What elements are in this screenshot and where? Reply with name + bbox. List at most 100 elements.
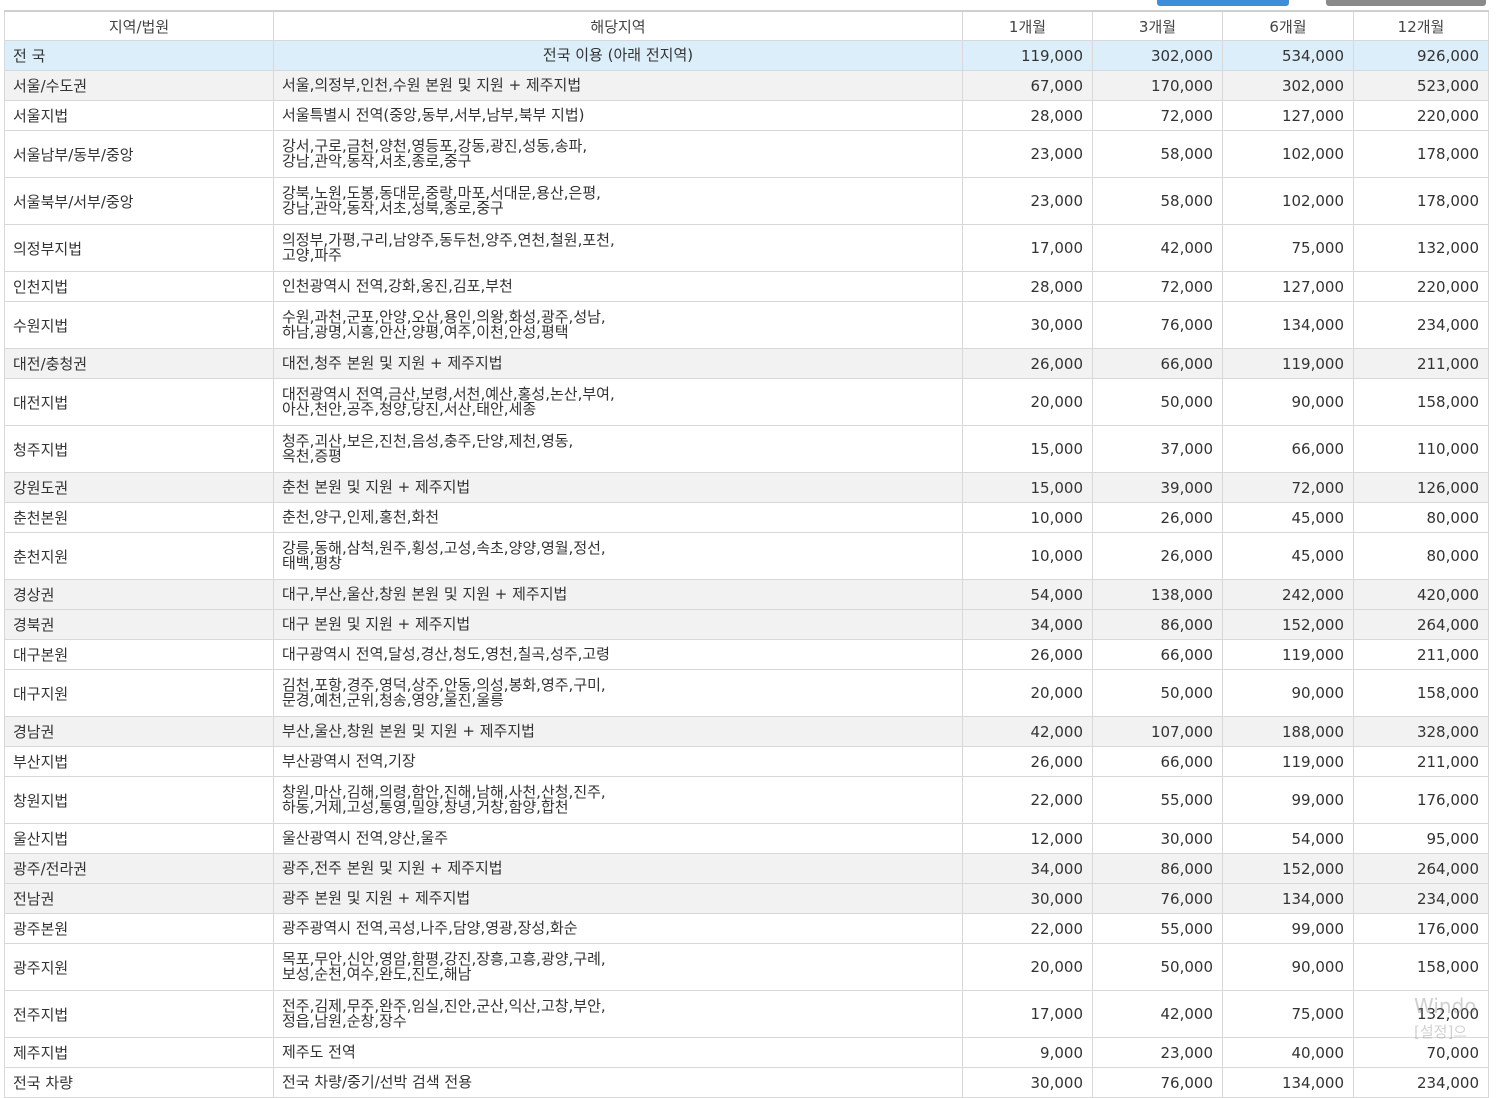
cell-price-6month: 242,000	[1222, 579, 1354, 610]
header-region: 지역/법원	[4, 10, 274, 41]
cell-price-6month: 99,000	[1222, 776, 1354, 824]
cell-price-1month: 67,000	[962, 70, 1093, 101]
cell-price-3month: 107,000	[1092, 716, 1223, 747]
cell-price-12month: 523,000	[1353, 70, 1489, 101]
cell-area: 대전,청주 본원 및 지원 + 제주지법	[273, 348, 963, 379]
cell-area: 대구,부산,울산,창원 본원 및 지원 + 제주지법	[273, 579, 963, 610]
cell-region: 전국 차량	[4, 1067, 274, 1098]
table-row: 대전지법 대전광역시 전역,금산,보령,서천,예산,홍성,논산,부여, 아산,천안,…	[4, 378, 1489, 426]
cell-price-12month: 158,000	[1353, 943, 1489, 991]
cell-area: 광주광역시 전역,곡성,나주,담양,영광,장성,화순	[273, 913, 963, 944]
cell-price-1month: 17,000	[962, 990, 1093, 1038]
cell-region: 청주지법	[4, 425, 274, 473]
cell-area: 서울특별시 전역(중앙,동부,서부,남부,북부 지법)	[273, 100, 963, 131]
header-1month: 1개월	[962, 10, 1093, 41]
cell-region: 울산지법	[4, 823, 274, 854]
cell-price-3month: 50,000	[1092, 378, 1223, 426]
table-row: 전국 차량 전국 차량/중기/선박 검색 전용 30,000 76,000 134,00…	[4, 1067, 1489, 1098]
cell-area: 강서,구로,금천,양천,영등포,강동,광진,성동,송파, 강남,관악,동작,서초,…	[273, 130, 963, 178]
cell-price-6month: 54,000	[1222, 823, 1354, 854]
cell-price-3month: 76,000	[1092, 1067, 1223, 1098]
cell-region: 전남권	[4, 883, 274, 914]
cell-price-12month: 110,000	[1353, 425, 1489, 473]
cell-price-12month: 158,000	[1353, 669, 1489, 717]
cell-price-1month: 17,000	[962, 224, 1093, 272]
cell-region: 부산지법	[4, 746, 274, 777]
cell-area: 수원,과천,군포,안양,오산,용인,의왕,화성,광주,성남, 하남,광명,시흥,안…	[273, 301, 963, 349]
table-row: 경남권 부산,울산,창원 본원 및 지원 + 제주지법 42,000 107,000 1…	[4, 716, 1489, 747]
cell-price-1month: 10,000	[962, 502, 1093, 533]
cell-price-12month: 178,000	[1353, 177, 1489, 225]
cell-region: 경북권	[4, 609, 274, 640]
table-row: 대구지원 김천,포항,경주,영덕,상주,안동,의성,봉화,영주,구미, 문경,예천,…	[4, 669, 1489, 717]
cell-price-3month: 58,000	[1092, 177, 1223, 225]
cell-region: 창원지법	[4, 776, 274, 824]
cell-price-12month: 211,000	[1353, 639, 1489, 670]
table-row: 울산지법 울산광역시 전역,양산,울주 12,000 30,000 54,000 95,0…	[4, 823, 1489, 854]
cell-area: 인천광역시 전역,강화,옹진,김포,부천	[273, 271, 963, 302]
cell-price-6month: 152,000	[1222, 853, 1354, 884]
cell-price-12month: 926,000	[1353, 40, 1489, 71]
cell-area: 전국 이용 (아래 전지역)	[273, 40, 963, 71]
cell-area: 강북,노원,도봉,동대문,중랑,마포,서대문,용산,은평, 강남,관악,동작,서초…	[273, 177, 963, 225]
cell-area: 부산광역시 전역,기장	[273, 746, 963, 777]
cell-price-6month: 99,000	[1222, 913, 1354, 944]
cell-price-3month: 50,000	[1092, 943, 1223, 991]
top-action-button[interactable]	[1157, 0, 1289, 6]
cell-price-6month: 152,000	[1222, 609, 1354, 640]
cell-price-1month: 34,000	[962, 853, 1093, 884]
top-secondary-button[interactable]	[1326, 0, 1486, 6]
cell-price-3month: 76,000	[1092, 301, 1223, 349]
cell-region: 경상권	[4, 579, 274, 610]
cell-area: 전국 차량/중기/선박 검색 전용	[273, 1067, 963, 1098]
cell-price-6month: 119,000	[1222, 639, 1354, 670]
cell-price-6month: 75,000	[1222, 224, 1354, 272]
cell-price-6month: 102,000	[1222, 130, 1354, 178]
cell-price-12month: 220,000	[1353, 100, 1489, 131]
cell-price-6month: 90,000	[1222, 378, 1354, 426]
table-row: 경상권 대구,부산,울산,창원 본원 및 지원 + 제주지법 54,000 138,0…	[4, 579, 1489, 610]
cell-price-3month: 66,000	[1092, 639, 1223, 670]
cell-price-3month: 55,000	[1092, 776, 1223, 824]
cell-region: 광주지원	[4, 943, 274, 991]
table-row: 서울북부/서부/중앙 강북,노원,도봉,동대문,중랑,마포,서대문,용산,은평, 강…	[4, 177, 1489, 225]
cell-region: 대전지법	[4, 378, 274, 426]
cell-price-3month: 72,000	[1092, 271, 1223, 302]
cell-area: 창원,마산,김해,의령,함안,진해,남해,사천,산청,진주, 하동,거제,고성,통…	[273, 776, 963, 824]
header-12month: 12개월	[1353, 10, 1489, 41]
cell-area: 광주,전주 본원 및 지원 + 제주지법	[273, 853, 963, 884]
cell-region: 전주지법	[4, 990, 274, 1038]
cell-price-6month: 134,000	[1222, 883, 1354, 914]
cell-price-3month: 42,000	[1092, 224, 1223, 272]
cell-region: 전 국	[4, 40, 274, 71]
cell-price-1month: 119,000	[962, 40, 1093, 71]
cell-price-6month: 127,000	[1222, 100, 1354, 131]
cell-area: 의정부,가평,구리,남양주,동두천,양주,연천,철원,포천, 고양,파주	[273, 224, 963, 272]
header-6month: 6개월	[1222, 10, 1354, 41]
cell-price-1month: 30,000	[962, 1067, 1093, 1098]
cell-price-3month: 66,000	[1092, 348, 1223, 379]
cell-price-12month: 126,000	[1353, 472, 1489, 503]
cell-price-3month: 86,000	[1092, 853, 1223, 884]
cell-price-6month: 90,000	[1222, 943, 1354, 991]
cell-price-6month: 134,000	[1222, 301, 1354, 349]
cell-price-1month: 20,000	[962, 669, 1093, 717]
cell-area: 대구 본원 및 지원 + 제주지법	[273, 609, 963, 640]
cell-price-3month: 50,000	[1092, 669, 1223, 717]
cell-price-12month: 420,000	[1353, 579, 1489, 610]
cell-price-6month: 90,000	[1222, 669, 1354, 717]
cell-price-6month: 188,000	[1222, 716, 1354, 747]
table-row: 서울/수도권 서울,의정부,인천,수원 본원 및 지원 + 제주지법 67,000 1…	[4, 70, 1489, 101]
cell-price-12month: 220,000	[1353, 271, 1489, 302]
table-row: 전주지법 전주,김제,무주,완주,임실,진안,군산,익산,고창,부안, 정읍,남원,…	[4, 990, 1489, 1038]
cell-price-12month: 158,000	[1353, 378, 1489, 426]
cell-price-12month: 328,000	[1353, 716, 1489, 747]
cell-area: 춘천 본원 및 지원 + 제주지법	[273, 472, 963, 503]
cell-price-3month: 26,000	[1092, 532, 1223, 580]
cell-region: 서울북부/서부/중앙	[4, 177, 274, 225]
cell-price-1month: 26,000	[962, 348, 1093, 379]
table-row: 춘천본원 춘천,양구,인제,홍천,화천 10,000 26,000 45,000 80,0…	[4, 502, 1489, 533]
cell-price-3month: 86,000	[1092, 609, 1223, 640]
cell-price-6month: 102,000	[1222, 177, 1354, 225]
cell-price-1month: 30,000	[962, 883, 1093, 914]
